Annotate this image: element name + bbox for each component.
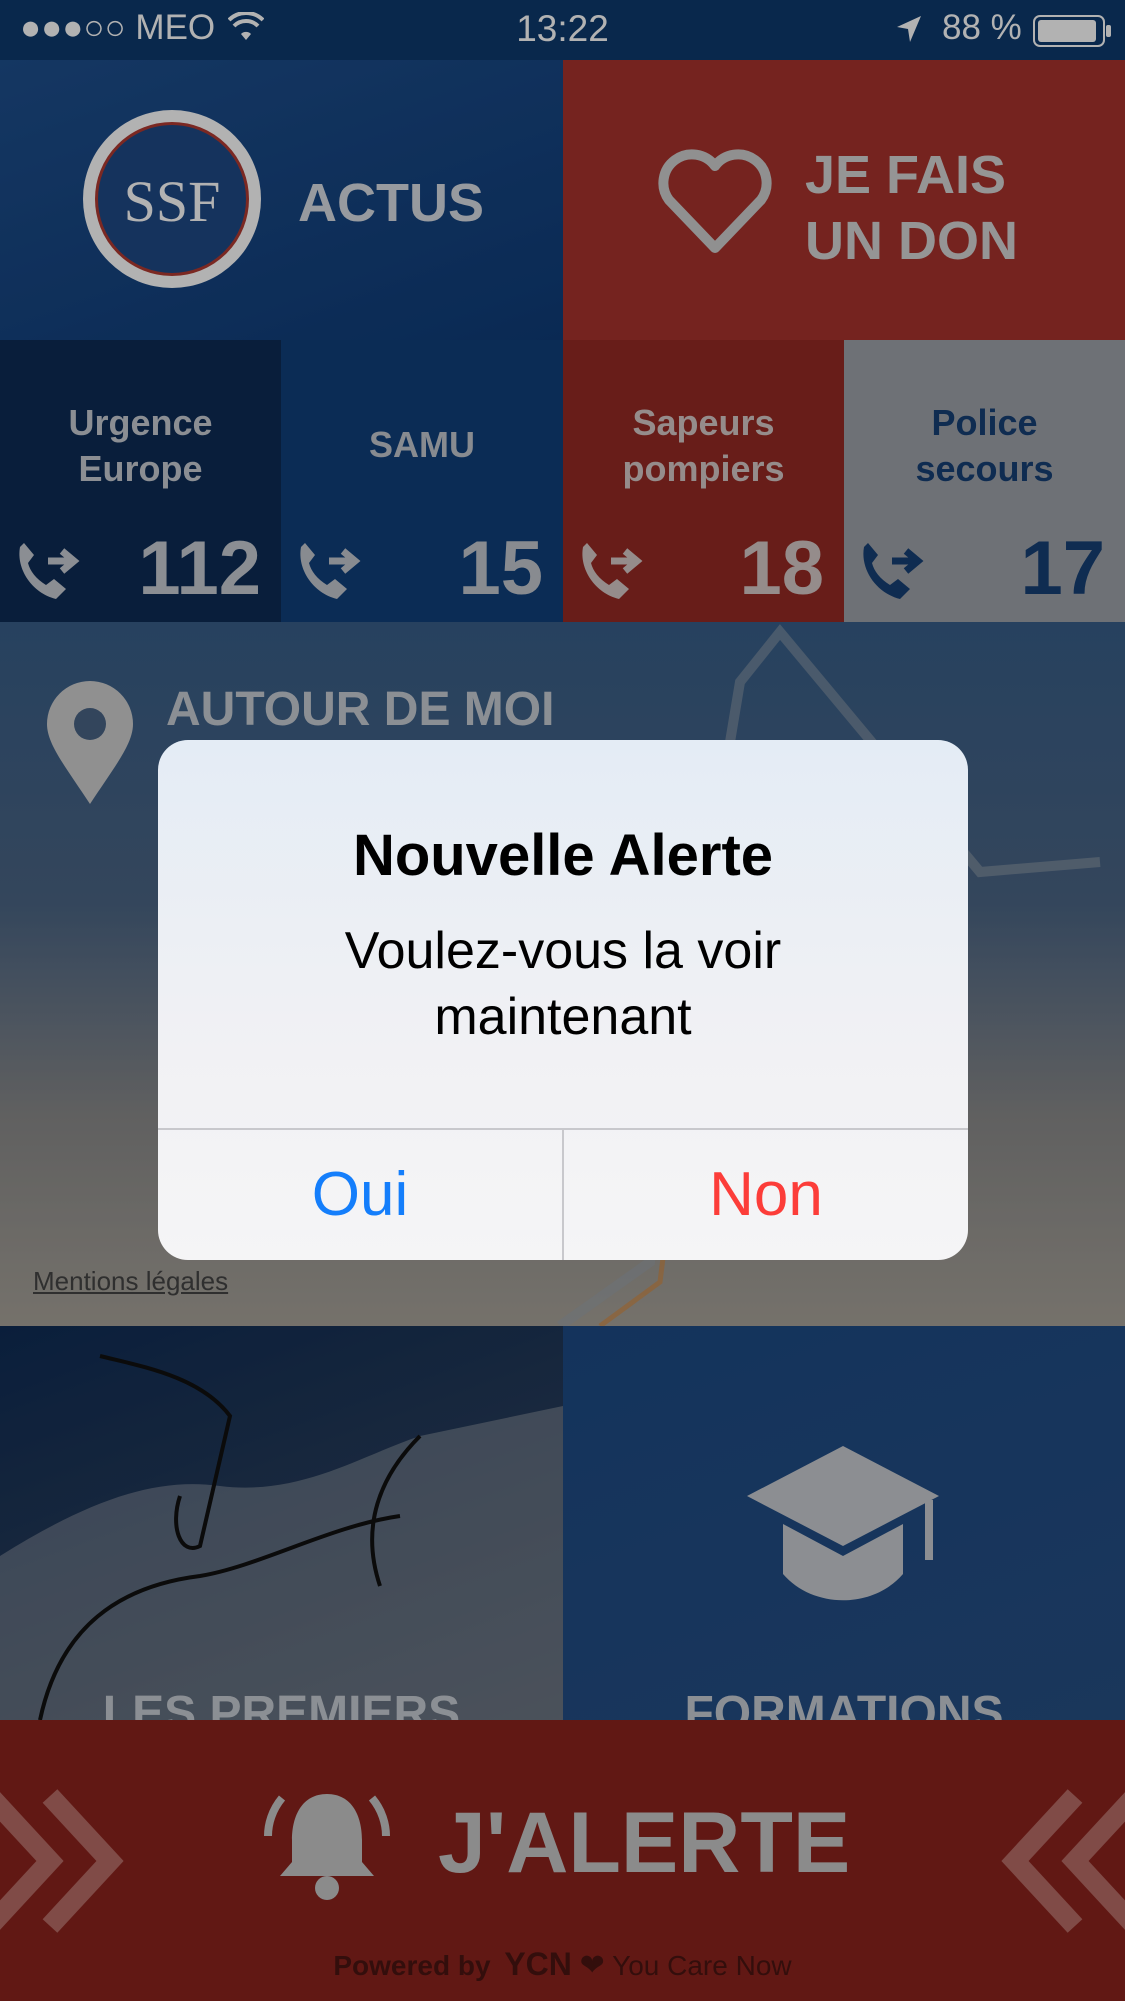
- alert-dialog: Nouvelle Alerte Voulez-vous la voir main…: [158, 740, 968, 1260]
- dialog-title: Nouvelle Alerte: [352, 823, 774, 888]
- dialog-message: Voulez-vous la voir maintenant: [344, 922, 782, 1046]
- dialog-yes-button[interactable]: Oui: [158, 1130, 562, 1260]
- dialog-no-button[interactable]: Non: [564, 1130, 968, 1260]
